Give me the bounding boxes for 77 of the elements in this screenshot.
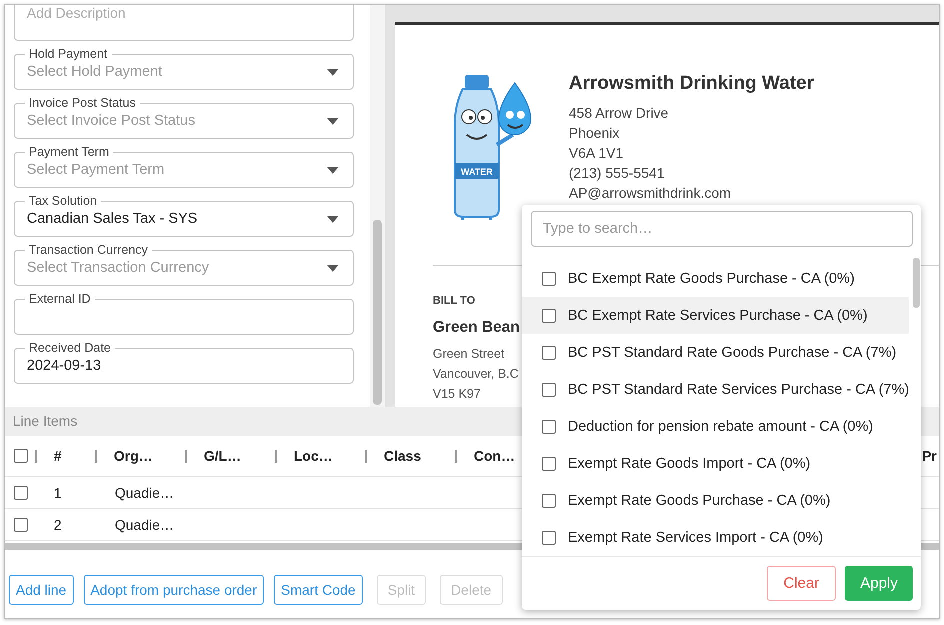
placeholder-text: Select Hold Payment: [27, 64, 162, 80]
checkbox[interactable]: [14, 449, 28, 463]
caret-icon: [327, 166, 339, 174]
field-label: Invoice Post Status: [28, 96, 138, 110]
field-value: 2024-09-13: [27, 358, 102, 374]
address-line: (213) 555-5541: [569, 164, 666, 183]
table-cell-text: 2: [54, 516, 63, 532]
mascot-drawing: WATER: [433, 75, 533, 220]
section-heading: BILL TO: [433, 294, 476, 308]
company-name: Arrowsmith Drinking Water: [569, 72, 814, 96]
option-label: Deduction for pension rebate amount - CA (0%): [568, 418, 874, 434]
option-label: BC Exempt Rate Goods Purchase - CA (0%): [568, 270, 855, 286]
address-line: Vancouver, B.C: [433, 366, 519, 383]
option-item[interactable]: Exempt Rate Goods Import - CA (0%): [522, 445, 910, 482]
checkbox[interactable]: [542, 494, 556, 508]
option-item[interactable]: BC PST Standard Rate Services Purchase - CA (7%): [522, 371, 910, 408]
checkbox[interactable]: [14, 518, 28, 532]
field-label: Hold Payment: [28, 47, 109, 61]
search-field[interactable]: Type to search…: [531, 211, 913, 247]
text-field[interactable]: Received Date 2024-09-13: [14, 341, 354, 384]
column-header[interactable]: G/L…: [204, 448, 275, 464]
option-label: Exempt Rate Goods Import - CA (0%): [568, 456, 811, 472]
table-cell-text: Quadie…: [115, 516, 176, 532]
checkbox[interactable]: [542, 346, 556, 360]
placeholder-text: Select Payment Term: [27, 162, 165, 178]
address-line: AP@arrowsmithdrink.com: [569, 184, 732, 203]
column-header[interactable]: Class: [384, 448, 455, 464]
field-label: Transaction Currency: [28, 243, 150, 257]
field-label: Tax Solution: [28, 194, 98, 208]
column-header[interactable]: Pr: [922, 448, 939, 464]
text-field[interactable]: External ID: [14, 292, 354, 335]
option-item[interactable]: BC Exempt Rate Goods Purchase - CA (0%): [522, 260, 910, 297]
option-item[interactable]: Exempt Rate Services Import - CA (0%): [522, 519, 910, 556]
select-field[interactable]: Invoice Post Status Select Invoice Post Status: [14, 96, 354, 139]
column-header[interactable]: #: [54, 448, 95, 464]
select-field[interactable]: Payment Term Select Payment Term: [14, 145, 354, 188]
placeholder-text: Select Invoice Post Status: [27, 113, 196, 129]
checkbox[interactable]: [542, 420, 556, 434]
option-item[interactable]: Exempt Rate Goods Purchase - CA (0%): [522, 482, 910, 519]
table-cell-text: Quadie…: [115, 484, 176, 500]
customer-name: Green Bean: [433, 318, 520, 338]
checkbox[interactable]: [542, 530, 556, 544]
select-field[interactable]: Transaction Currency Select Transaction Currency: [14, 243, 354, 286]
option-item[interactable]: BC PST Standard Rate Goods Purchase - CA (7%): [522, 334, 910, 371]
column-header[interactable]: Org…: [114, 448, 185, 464]
caret-icon: [327, 264, 339, 272]
address-line: V6A 1V1: [569, 144, 624, 163]
table-cell-text: 1: [54, 484, 63, 500]
option-label: BC PST Standard Rate Services Purchase - CA (7%): [568, 382, 910, 398]
option-label: BC PST Standard Rate Goods Purchase - CA (7%): [568, 344, 897, 360]
checkbox[interactable]: [14, 486, 28, 500]
caret-icon: [327, 118, 339, 124]
select-field[interactable]: Tax Solution Canadian Sales Tax - SYS: [14, 194, 354, 237]
placeholder-text: Select Transaction Currency: [27, 260, 210, 276]
checkbox[interactable]: [542, 382, 556, 396]
scrollbar[interactable]: [370, 5, 385, 407]
checkbox[interactable]: [542, 272, 556, 286]
caret-icon: [327, 216, 339, 222]
address-line: Phoenix: [569, 124, 621, 143]
option-item[interactable]: BC Exempt Rate Services Purchase - CA (0%): [522, 297, 910, 334]
option-label: Exempt Rate Services Import - CA (0%): [568, 530, 824, 546]
clear-button[interactable]: Clear: [766, 566, 836, 601]
checkbox[interactable]: [542, 456, 556, 470]
select-field[interactable]: Hold Payment Select Hold Payment: [14, 47, 354, 90]
placeholder-text: Add Description: [27, 5, 126, 21]
field-label: External ID: [28, 292, 92, 306]
checkbox[interactable]: [542, 308, 556, 322]
selected-value: Canadian Sales Tax - SYS: [27, 211, 198, 227]
caret-icon: [327, 68, 339, 76]
address-line: 458 Arrow Drive: [569, 104, 670, 123]
field-label: Received Date: [28, 341, 112, 355]
field-label: Payment Term: [28, 145, 110, 159]
address-line: V15 K97: [433, 386, 481, 403]
option-label: BC Exempt Rate Services Purchase - CA (0%): [568, 308, 868, 324]
option-label: Exempt Rate Goods Purchase - CA (0%): [568, 492, 831, 508]
address-line: Green Street: [433, 346, 505, 363]
column-header[interactable]: Loc…: [294, 448, 365, 464]
